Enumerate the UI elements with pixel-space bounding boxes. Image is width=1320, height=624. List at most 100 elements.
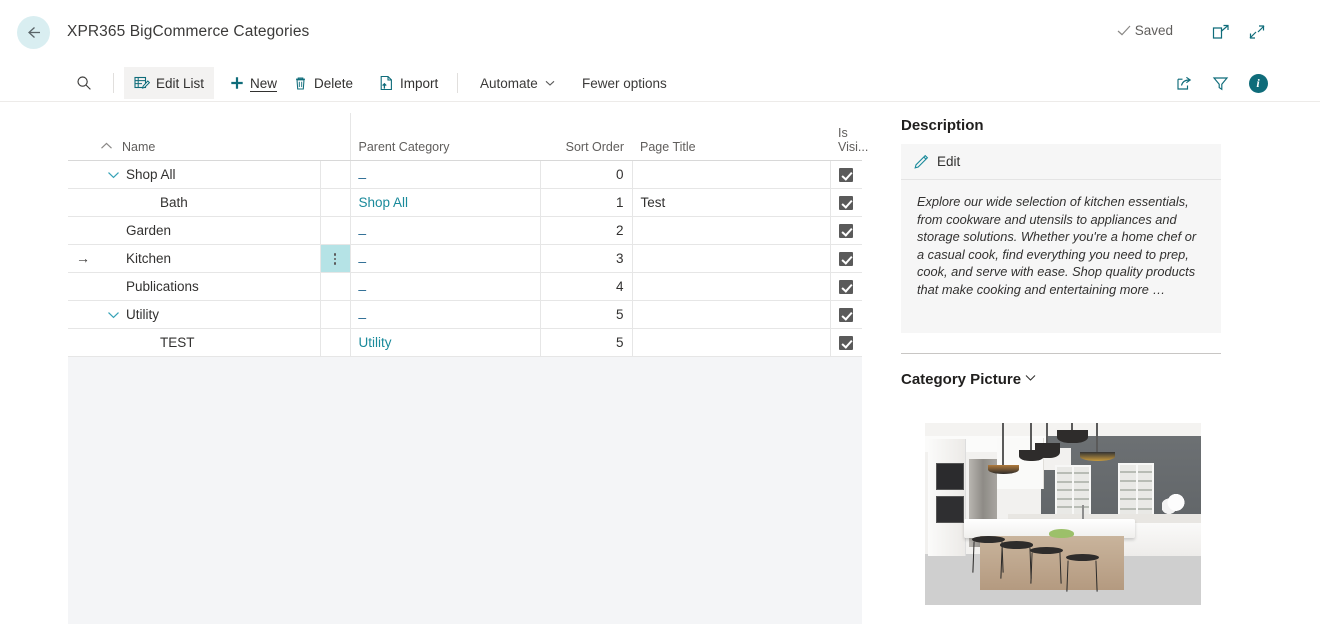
edit-list-button[interactable]: Edit List — [124, 67, 215, 99]
header-sort-order[interactable]: Sort Order — [540, 113, 632, 161]
is-visible-checkbox[interactable] — [839, 251, 854, 266]
table-row[interactable]: → Kitchen _ 3 — [68, 244, 862, 273]
row-selector[interactable]: → — [68, 244, 92, 273]
fewer-options-button[interactable]: Fewer options — [572, 67, 677, 99]
cell-sort-order[interactable]: 0 — [539, 160, 632, 189]
info-button[interactable]: i — [1244, 70, 1272, 96]
cell-name[interactable]: Utility — [92, 300, 320, 329]
header-parent-category[interactable]: Parent Category — [349, 113, 540, 161]
table-row[interactable]: Shop All _ 0 — [68, 160, 862, 189]
cell-name[interactable]: Publications — [92, 272, 320, 301]
cell-is-visible[interactable] — [829, 160, 862, 189]
cell-is-visible[interactable] — [829, 328, 862, 357]
parent-category-empty-link[interactable]: _ — [359, 304, 367, 319]
row-actions-cell[interactable] — [319, 160, 350, 189]
row-selector[interactable] — [68, 216, 92, 245]
row-actions-cell[interactable] — [319, 272, 350, 301]
row-actions-cell[interactable] — [319, 328, 350, 357]
is-visible-checkbox[interactable] — [839, 335, 854, 350]
cell-page-title[interactable] — [631, 216, 830, 245]
cell-sort-order[interactable]: 1 — [539, 188, 632, 217]
cell-page-title[interactable] — [631, 328, 830, 357]
parent-category-empty-link[interactable]: _ — [359, 276, 367, 291]
cell-page-title[interactable]: Test — [631, 188, 830, 217]
cell-is-visible[interactable] — [829, 216, 862, 245]
cell-parent-category[interactable]: _ — [349, 216, 540, 245]
open-in-new-window-button[interactable] — [1208, 20, 1234, 44]
parent-category-link[interactable]: Shop All — [359, 195, 409, 210]
delete-button[interactable]: Delete — [283, 67, 363, 99]
cell-name[interactable]: TEST — [92, 328, 320, 357]
cell-is-visible[interactable] — [829, 272, 862, 301]
header-page-title[interactable]: Page Title — [632, 113, 830, 161]
import-file-icon — [379, 75, 394, 91]
table-row[interactable]: Garden _ 2 — [68, 216, 862, 245]
parent-category-empty-link[interactable]: _ — [359, 248, 367, 263]
is-visible-checkbox[interactable] — [839, 279, 854, 294]
cell-page-title[interactable] — [631, 272, 830, 301]
row-actions-cell[interactable] — [319, 300, 350, 329]
cell-page-title[interactable] — [631, 300, 830, 329]
automate-menu-button[interactable]: Automate — [470, 67, 566, 99]
parent-category-empty-link[interactable]: _ — [359, 220, 367, 235]
import-button[interactable]: Import — [369, 67, 448, 99]
is-visible-checkbox[interactable] — [839, 307, 854, 322]
category-picture-header[interactable]: Category Picture — [901, 370, 1241, 389]
cell-sort-order[interactable]: 5 — [539, 328, 632, 357]
row-selector[interactable] — [68, 300, 92, 329]
expand-collapse-icon[interactable] — [100, 170, 126, 179]
table-row[interactable]: TEST Utility 5 — [68, 328, 862, 357]
expand-collapse-icon[interactable] — [100, 310, 126, 319]
description-card: Edit Explore our wide selection of kitch… — [901, 144, 1221, 333]
parent-category-link[interactable]: Utility — [359, 335, 392, 350]
saved-label: Saved — [1134, 23, 1173, 38]
cell-sort-order[interactable]: 4 — [539, 272, 632, 301]
share-button[interactable] — [1170, 70, 1198, 96]
row-actions-cell[interactable] — [319, 244, 350, 273]
parent-category-empty-link[interactable]: _ — [359, 164, 367, 179]
cell-is-visible[interactable] — [829, 300, 862, 329]
row-selector[interactable] — [68, 272, 92, 301]
collapse-button[interactable] — [1244, 20, 1270, 44]
row-selector[interactable] — [68, 328, 92, 357]
header-name[interactable]: Name — [92, 113, 320, 161]
cell-parent-category[interactable]: Shop All — [349, 188, 540, 217]
cell-parent-category[interactable]: Utility — [349, 328, 540, 357]
category-picture-image[interactable] — [925, 423, 1201, 605]
cell-name[interactable]: Garden — [92, 216, 320, 245]
collapse-icon — [1249, 24, 1265, 39]
cell-parent-category[interactable]: _ — [349, 272, 540, 301]
new-button[interactable]: New — [220, 67, 287, 99]
cell-parent-category[interactable]: _ — [349, 300, 540, 329]
table-row[interactable]: Publications _ 4 — [68, 272, 862, 301]
is-visible-checkbox[interactable] — [839, 167, 854, 182]
header-is-visible[interactable]: Is Visi... — [830, 113, 868, 161]
table-row[interactable]: Utility _ 5 — [68, 300, 862, 329]
search-button[interactable] — [68, 68, 100, 98]
row-menu-button[interactable] — [329, 245, 342, 271]
cell-sort-order[interactable]: 2 — [539, 216, 632, 245]
cell-sort-order[interactable]: 5 — [539, 300, 632, 329]
filter-button[interactable] — [1206, 70, 1234, 96]
cell-name[interactable]: Bath — [92, 188, 320, 217]
cell-is-visible[interactable] — [829, 188, 862, 217]
cell-name[interactable]: Shop All — [92, 160, 320, 189]
cell-sort-order[interactable]: 3 — [539, 244, 632, 273]
cell-is-visible[interactable] — [829, 244, 862, 273]
table-row[interactable]: Bath Shop All 1 Test — [68, 188, 862, 217]
row-selector[interactable] — [68, 188, 92, 217]
back-button[interactable] — [17, 16, 50, 49]
row-name-label: Shop All — [126, 166, 176, 182]
description-edit-button[interactable]: Edit — [901, 144, 1221, 180]
is-visible-checkbox[interactable] — [839, 195, 854, 210]
cell-parent-category[interactable]: _ — [349, 160, 540, 189]
row-actions-cell[interactable] — [319, 188, 350, 217]
cell-name[interactable]: Kitchen — [92, 244, 320, 273]
row-selector[interactable] — [68, 160, 92, 189]
row-actions-cell[interactable] — [319, 216, 350, 245]
cell-parent-category[interactable]: _ — [349, 244, 540, 273]
cell-page-title[interactable] — [631, 244, 830, 273]
is-visible-checkbox[interactable] — [839, 223, 854, 238]
cell-page-title[interactable] — [631, 160, 830, 189]
header-is-visible-line1: Is — [838, 125, 848, 140]
